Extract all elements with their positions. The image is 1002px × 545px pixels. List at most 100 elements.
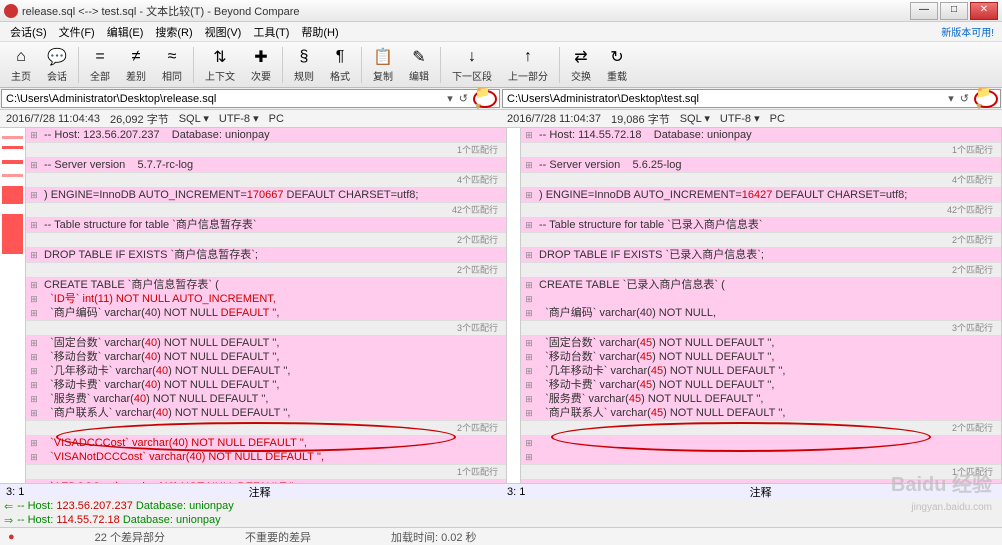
code-line[interactable]: 42个匹配行	[521, 202, 1001, 218]
tbtn-复制[interactable]: 📋复制	[366, 44, 400, 86]
left-browse-annot: 📁▾	[473, 90, 497, 108]
code-line[interactable]: ⊞ `固定台数` varchar(45) NOT NULL DEFAULT ''…	[521, 336, 1001, 350]
code-line[interactable]: 2个匹配行	[521, 420, 1001, 436]
left-pane: ⊞-- Host: 123.56.207.237 Database: union…	[26, 128, 507, 483]
right-path-input[interactable]	[503, 93, 945, 105]
code-line[interactable]: ⊞) ENGINE=InnoDB AUTO_INCREMENT=170667 D…	[26, 188, 506, 202]
tbtn-次要[interactable]: ✚次要	[244, 44, 278, 86]
tbtn-重载[interactable]: ↻重载	[600, 44, 634, 86]
code-line[interactable]: 2个匹配行	[26, 262, 506, 278]
maximize-button[interactable]: □	[940, 2, 968, 20]
menu-编辑(E)[interactable]: 编辑(E)	[101, 24, 150, 40]
code-line[interactable]: ⊞ `几年移动卡` varchar(40) NOT NULL DEFAULT '…	[26, 364, 506, 378]
load-time: 加载时间: 0.02 秒	[391, 529, 477, 545]
right-code[interactable]: ⊞-- Host: 114.55.72.18 Database: unionpa…	[521, 128, 1001, 483]
tbtn-上下文[interactable]: ⇅上下文	[198, 44, 242, 86]
code-line[interactable]: 3个匹配行	[26, 320, 506, 336]
code-line[interactable]: ⊞ `商户联系人` varchar(40) NOT NULL DEFAULT '…	[26, 406, 506, 420]
code-line[interactable]: ⊞ `VISADCCCost` varchar(40) NOT NULL DEF…	[26, 436, 506, 450]
code-line[interactable]: ⊞ `移动台数` varchar(45) NOT NULL DEFAULT ''…	[521, 350, 1001, 364]
code-line[interactable]: ⊞-- Table structure for table `商户信息暂存表`	[26, 218, 506, 232]
code-line[interactable]: ⊞ `VISANotDCCCost` varchar(40) NOT NULL …	[26, 450, 506, 464]
menu-搜索(R)[interactable]: 搜索(R)	[149, 24, 198, 40]
folder-icon[interactable]: 📁▾	[475, 85, 495, 113]
tbtn-格式[interactable]: ¶格式	[323, 44, 357, 86]
tbtn-会话[interactable]: 💬会话	[40, 44, 74, 86]
code-line[interactable]: 2个匹配行	[521, 232, 1001, 248]
tbtn-相同[interactable]: ≈相同	[155, 44, 189, 86]
code-line[interactable]: ⊞	[521, 450, 1001, 464]
menu-工具(T)[interactable]: 工具(T)	[247, 24, 295, 40]
code-line[interactable]: ⊞ `ID号` int(11) NOT NULL AUTO_INCREMENT,	[26, 292, 506, 306]
right-eol[interactable]: PC	[770, 113, 785, 125]
right-path-dropdown[interactable]: ▾	[945, 92, 957, 105]
code-line[interactable]: 3个匹配行	[521, 320, 1001, 336]
right-lang[interactable]: SQL ▾	[680, 112, 710, 125]
code-line[interactable]: ⊞ `商户编码` varchar(40) NOT NULL,	[521, 306, 1001, 320]
right-encoding[interactable]: UTF-8 ▾	[720, 112, 760, 125]
right-history-icon[interactable]: ↺	[957, 92, 972, 105]
code-line[interactable]: 2个匹配行	[26, 232, 506, 248]
code-line[interactable]: ⊞) ENGINE=InnoDB AUTO_INCREMENT=16427 DE…	[521, 188, 1001, 202]
code-line[interactable]: 4个匹配行	[26, 172, 506, 188]
code-line[interactable]: 42个匹配行	[26, 202, 506, 218]
tbtn-规则[interactable]: §规则	[287, 44, 321, 86]
code-line[interactable]: ⊞ `移动卡费` varchar(40) NOT NULL DEFAULT ''…	[26, 378, 506, 392]
code-line[interactable]: ⊞ `移动卡费` varchar(45) NOT NULL DEFAULT ''…	[521, 378, 1001, 392]
tbtn-上一部分[interactable]: ↑上一部分	[501, 44, 555, 86]
left-path-dropdown[interactable]: ▾	[444, 92, 456, 105]
tbtn-交换[interactable]: ⇄交换	[564, 44, 598, 86]
left-path-input[interactable]	[2, 93, 444, 105]
code-line[interactable]: ⊞CREATE TABLE `商户信息暂存表` (	[26, 278, 506, 292]
code-line[interactable]: 1个匹配行	[26, 142, 506, 158]
code-line[interactable]: 4个匹配行	[521, 172, 1001, 188]
left-eol[interactable]: PC	[269, 113, 284, 125]
code-line[interactable]: ⊞ `服务费` varchar(45) NOT NULL DEFAULT '',	[521, 392, 1001, 406]
code-line[interactable]: ⊞ `固定台数` varchar(40) NOT NULL DEFAULT ''…	[26, 336, 506, 350]
code-line[interactable]: ⊞-- Host: 114.55.72.18 Database: unionpa…	[521, 128, 1001, 142]
folder-icon[interactable]: 📁▾	[976, 85, 996, 113]
tbtn-下一区段[interactable]: ↓下一区段	[445, 44, 499, 86]
left-thumbnail[interactable]	[0, 128, 26, 483]
tbtn-主页[interactable]: ⌂主页	[4, 44, 38, 86]
code-line[interactable]: ⊞	[521, 436, 1001, 450]
code-line[interactable]: ⊞-- Server version 5.6.25-log	[521, 158, 1001, 172]
code-line[interactable]: ⊞	[521, 480, 1001, 483]
code-line[interactable]: ⊞CREATE TABLE `已录入商户信息表` (	[521, 278, 1001, 292]
code-line[interactable]: ⊞ `商户联系人` varchar(45) NOT NULL DEFAULT '…	[521, 406, 1001, 420]
code-line[interactable]: ⊞ `AEDCCCost` varchar(40) NOT NULL DEFAU…	[26, 480, 506, 483]
left-encoding[interactable]: UTF-8 ▾	[219, 112, 259, 125]
left-code[interactable]: ⊞-- Host: 123.56.207.237 Database: union…	[26, 128, 506, 483]
code-line[interactable]: ⊞ `服务费` varchar(40) NOT NULL DEFAULT '',	[26, 392, 506, 406]
left-lang[interactable]: SQL ▾	[179, 112, 209, 125]
toolbar-separator	[193, 47, 194, 83]
code-line[interactable]: ⊞	[521, 292, 1001, 306]
code-line[interactable]: ⊞-- Table structure for table `已录入商户信息表`	[521, 218, 1001, 232]
code-line[interactable]: ⊞ `商户编码` varchar(40) NOT NULL DEFAULT ''…	[26, 306, 506, 320]
left-size: 26,092 字节	[110, 111, 169, 127]
code-line[interactable]: 2个匹配行	[26, 420, 506, 436]
new-version-link[interactable]: 新版本可用!	[941, 24, 994, 39]
code-line[interactable]: ⊞ `几年移动卡` varchar(45) NOT NULL DEFAULT '…	[521, 364, 1001, 378]
menu-会话(S)[interactable]: 会话(S)	[4, 24, 53, 40]
code-line[interactable]: ⊞DROP TABLE IF EXISTS `商户信息暂存表`;	[26, 248, 506, 262]
menu-视图(V)[interactable]: 视图(V)	[199, 24, 248, 40]
close-button[interactable]: ✕	[970, 2, 998, 20]
toolbar-separator	[282, 47, 283, 83]
code-line[interactable]: 2个匹配行	[521, 262, 1001, 278]
tbtn-编辑[interactable]: ✎编辑	[402, 44, 436, 86]
code-line[interactable]: ⊞ `移动台数` varchar(40) NOT NULL DEFAULT ''…	[26, 350, 506, 364]
code-line[interactable]: ⊞DROP TABLE IF EXISTS `已录入商户信息表`;	[521, 248, 1001, 262]
code-line[interactable]: 1个匹配行	[521, 142, 1001, 158]
code-line[interactable]: 1个匹配行	[26, 464, 506, 480]
menu-文件(F)[interactable]: 文件(F)	[53, 24, 101, 40]
tbtn-差别[interactable]: ≠差别	[119, 44, 153, 86]
menu-帮助(H)[interactable]: 帮助(H)	[295, 24, 344, 40]
code-line[interactable]: 1个匹配行	[521, 464, 1001, 480]
minimize-button[interactable]: —	[910, 2, 938, 20]
tbtn-全部[interactable]: =全部	[83, 44, 117, 86]
code-line[interactable]: ⊞-- Server version 5.7.7-rc-log	[26, 158, 506, 172]
code-line[interactable]: ⊞-- Host: 123.56.207.237 Database: union…	[26, 128, 506, 142]
footer-lines: ⇐-- Host: 123.56.207.237 Database: union…	[0, 499, 1002, 527]
left-history-icon[interactable]: ↺	[456, 92, 471, 105]
